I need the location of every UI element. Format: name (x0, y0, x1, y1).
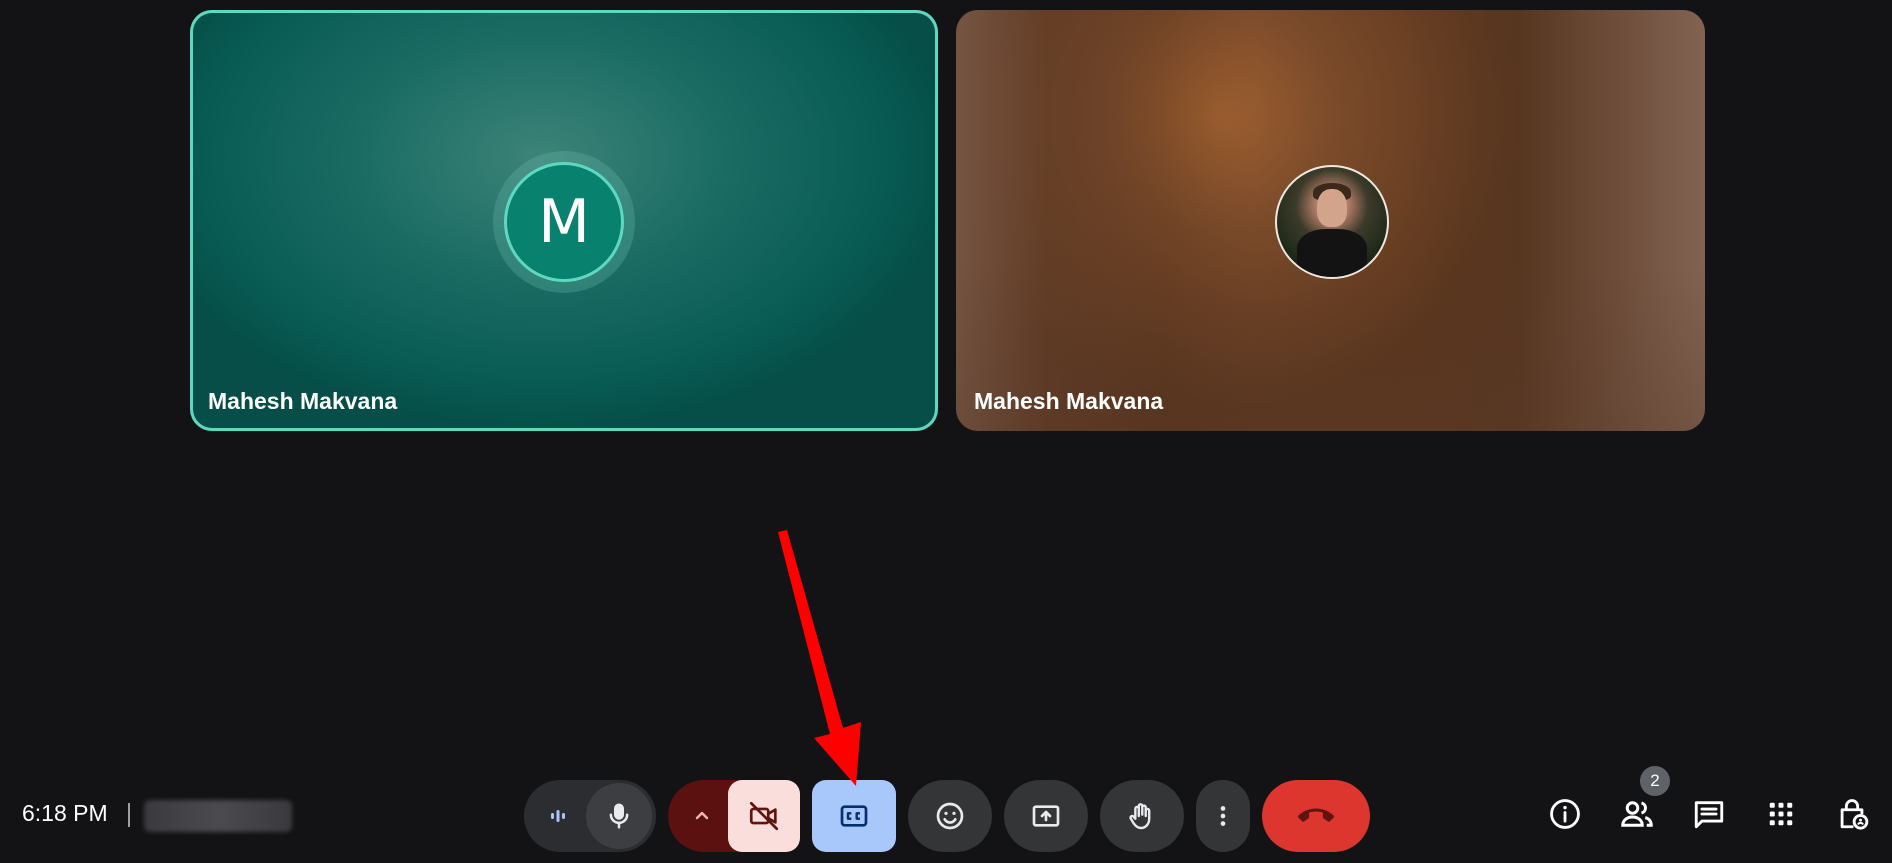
activities-button[interactable] (1759, 794, 1803, 838)
camera-button[interactable] (728, 780, 800, 852)
raise-hand-button[interactable] (1100, 780, 1184, 852)
reactions-button[interactable] (908, 780, 992, 852)
meeting-details-button[interactable] (1543, 794, 1587, 838)
participant-name: Mahesh Makvana (208, 388, 398, 414)
chat-button[interactable] (1687, 794, 1731, 838)
participant-tile-self[interactable]: M Mahesh Makvana (190, 10, 938, 431)
raise-hand-icon (1126, 800, 1158, 832)
people-icon (1619, 796, 1655, 837)
apps-icon (1766, 799, 1796, 834)
avatar (1275, 165, 1389, 279)
info-icon (1548, 797, 1582, 836)
more-options-button[interactable] (1196, 780, 1250, 852)
more-vert-icon (1209, 802, 1237, 830)
meeting-time: 6:18 PM (22, 800, 108, 826)
host-controls-button[interactable] (1830, 794, 1874, 838)
people-button[interactable] (1615, 794, 1659, 838)
mic-icon (604, 801, 634, 831)
meeting-code-blurred (144, 800, 292, 832)
closed-captions-icon (838, 800, 870, 832)
chat-icon (1692, 797, 1726, 836)
participant-name: Mahesh Makvana (974, 388, 1164, 414)
present-now-button[interactable] (1004, 780, 1088, 852)
call-end-icon (1298, 798, 1334, 834)
participant-tile-other[interactable]: Mahesh Makvana (956, 10, 1705, 431)
mic-control-group[interactable] (524, 780, 656, 852)
audio-level-icon (546, 804, 570, 828)
videocam-off-icon (747, 799, 781, 833)
camera-control-group[interactable] (668, 780, 800, 852)
meet-stage: M Mahesh Makvana Mahesh Makvana 6:18 PM (0, 0, 1892, 863)
lock-person-icon (1835, 797, 1869, 836)
divider (128, 803, 130, 827)
microphone-button[interactable] (586, 783, 652, 849)
leave-call-button[interactable] (1262, 780, 1370, 852)
participant-count-badge: 2 (1640, 766, 1670, 796)
avatar: M (507, 165, 621, 279)
captions-button[interactable] (812, 780, 896, 852)
chevron-up-icon[interactable] (690, 804, 714, 828)
present-screen-icon (1030, 800, 1062, 832)
emoji-icon (934, 800, 966, 832)
